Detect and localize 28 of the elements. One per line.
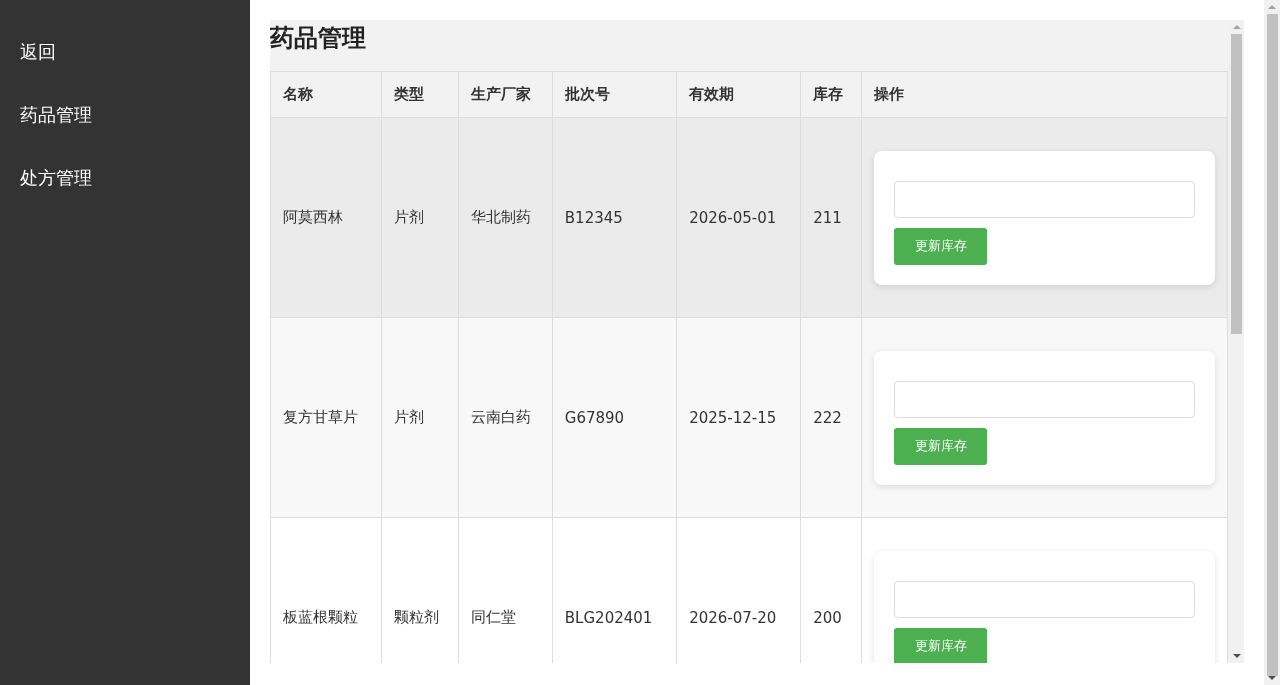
column-header: 名称 (270, 71, 381, 118)
scrollbar[interactable] (1264, 0, 1280, 685)
column-header: 批次号 (552, 71, 677, 118)
sidebar-link[interactable]: 处方管理 (0, 154, 112, 202)
column-header: 有效期 (676, 71, 801, 118)
table-cell: 云南白药 (458, 317, 553, 518)
input-field[interactable] (894, 580, 1195, 618)
sidebar-link[interactable]: 返回 (0, 28, 76, 76)
table-cell: 222 (800, 317, 862, 518)
table-cell: 211 (800, 117, 862, 318)
column-header: 类型 (381, 71, 459, 118)
input-field[interactable] (894, 180, 1195, 218)
table-cell: 片剂 (381, 317, 459, 518)
table-cell: 阿莫西林 (270, 117, 381, 318)
table-cell: 板蓝根颗粒 (270, 517, 381, 663)
column-header: 生产厂家 (458, 71, 553, 118)
column-header: 操作 (861, 71, 1228, 118)
table-cell: 片剂 (381, 117, 459, 318)
input-field[interactable] (894, 380, 1195, 418)
table-cell: B12345 (552, 117, 677, 318)
sidebar-link[interactable]: 药品管理 (0, 91, 112, 139)
table-cell: 2026-05-01 (676, 117, 801, 318)
page-title: 药品管理 (270, 23, 367, 54)
column-header: 库存 (800, 71, 862, 118)
table-cell: 华北制药 (458, 117, 553, 318)
table-cell: G67890 (552, 317, 677, 518)
table-cell: 复方甘草片 (270, 317, 381, 518)
table-cell: 2025-12-15 (676, 317, 801, 518)
